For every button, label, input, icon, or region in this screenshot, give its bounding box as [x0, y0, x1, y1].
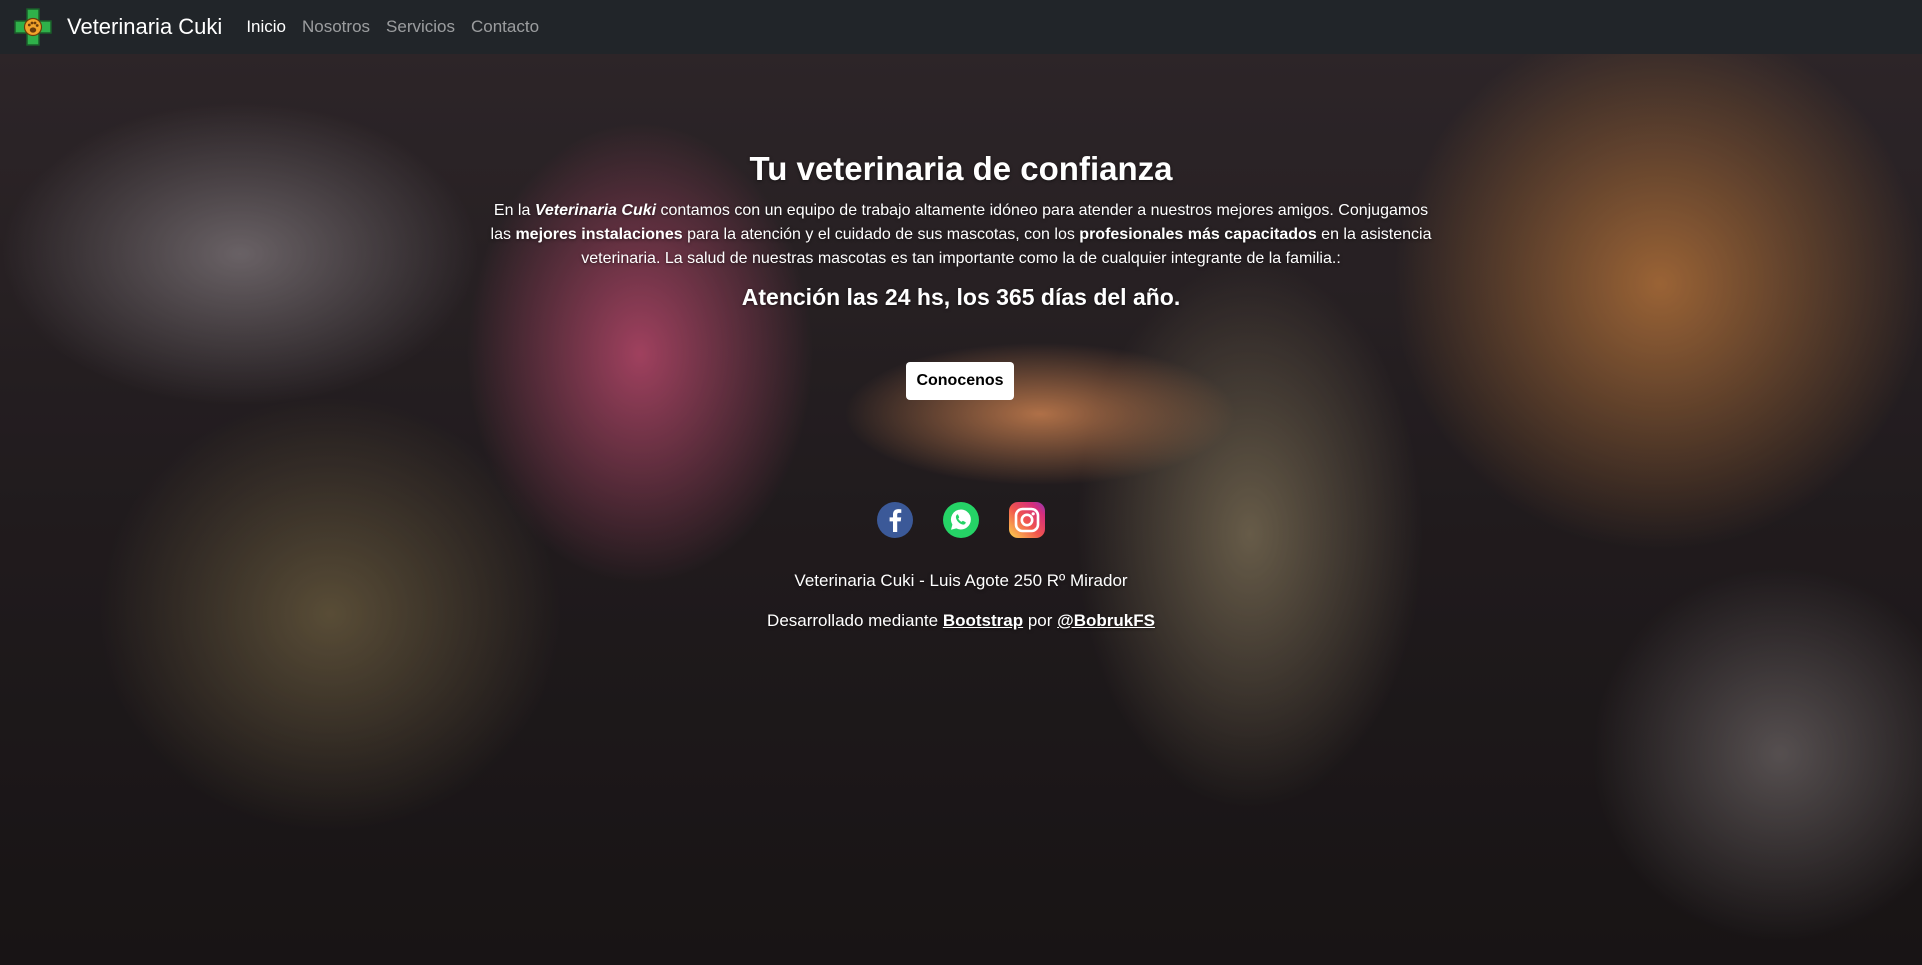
nav-link-inicio[interactable]: Inicio [246, 17, 286, 37]
credits-middle: por [1023, 611, 1058, 630]
brand-link[interactable]: Veterinaria Cuki [12, 6, 222, 48]
hero-section: Tu veterinaria de confianza En la Veteri… [0, 54, 1922, 965]
navbar: Veterinaria Cuki Inicio Nosotros Servici… [0, 0, 1922, 54]
whatsapp-icon [943, 502, 979, 538]
whatsapp-link[interactable] [942, 501, 980, 539]
nav-link-servicios[interactable]: Servicios [386, 17, 455, 37]
credits-prefix: Desarrollado mediante [767, 611, 943, 630]
hero-text-part: En la [493, 202, 535, 219]
hero-text-part: para la atención y el cuidado de sus mas… [682, 226, 1080, 243]
brand-name: Veterinaria Cuki [67, 14, 223, 39]
hero-hours: Atención las 24 hs, los 365 días del año… [741, 284, 1181, 310]
hero-bold-installations: mejores instalaciones [515, 226, 683, 243]
nav-link-contacto[interactable]: Contacto [471, 17, 539, 37]
hero-bold-professionals: profesionales más capacitados [1079, 226, 1317, 243]
conocenos-button[interactable]: Conocenos [906, 362, 1014, 400]
bootstrap-link[interactable]: Bootstrap [943, 611, 1023, 630]
instagram-icon [1009, 502, 1045, 538]
author-link[interactable]: @BobrukFS [1057, 611, 1155, 630]
social-links [0, 501, 1922, 539]
facebook-link[interactable] [876, 501, 914, 539]
footer-credits: Desarrollado mediante Bootstrap por @Bob… [0, 611, 1922, 631]
nav-links: Inicio Nosotros Servicios Contacto [246, 17, 555, 37]
vet-cross-paw-logo-icon [14, 8, 52, 46]
hero-description: En la Veterinaria Cuki contamos con un e… [487, 199, 1435, 271]
hero-brand-emphasis: Veterinaria Cuki [534, 202, 657, 219]
hero-title: Tu veterinaria de confianza [749, 150, 1173, 187]
nav-link-nosotros[interactable]: Nosotros [302, 17, 370, 37]
instagram-link[interactable] [1008, 501, 1046, 539]
footer-address: Veterinaria Cuki - Luis Agote 250 Rº Mir… [794, 571, 1128, 590]
facebook-icon [877, 502, 913, 538]
